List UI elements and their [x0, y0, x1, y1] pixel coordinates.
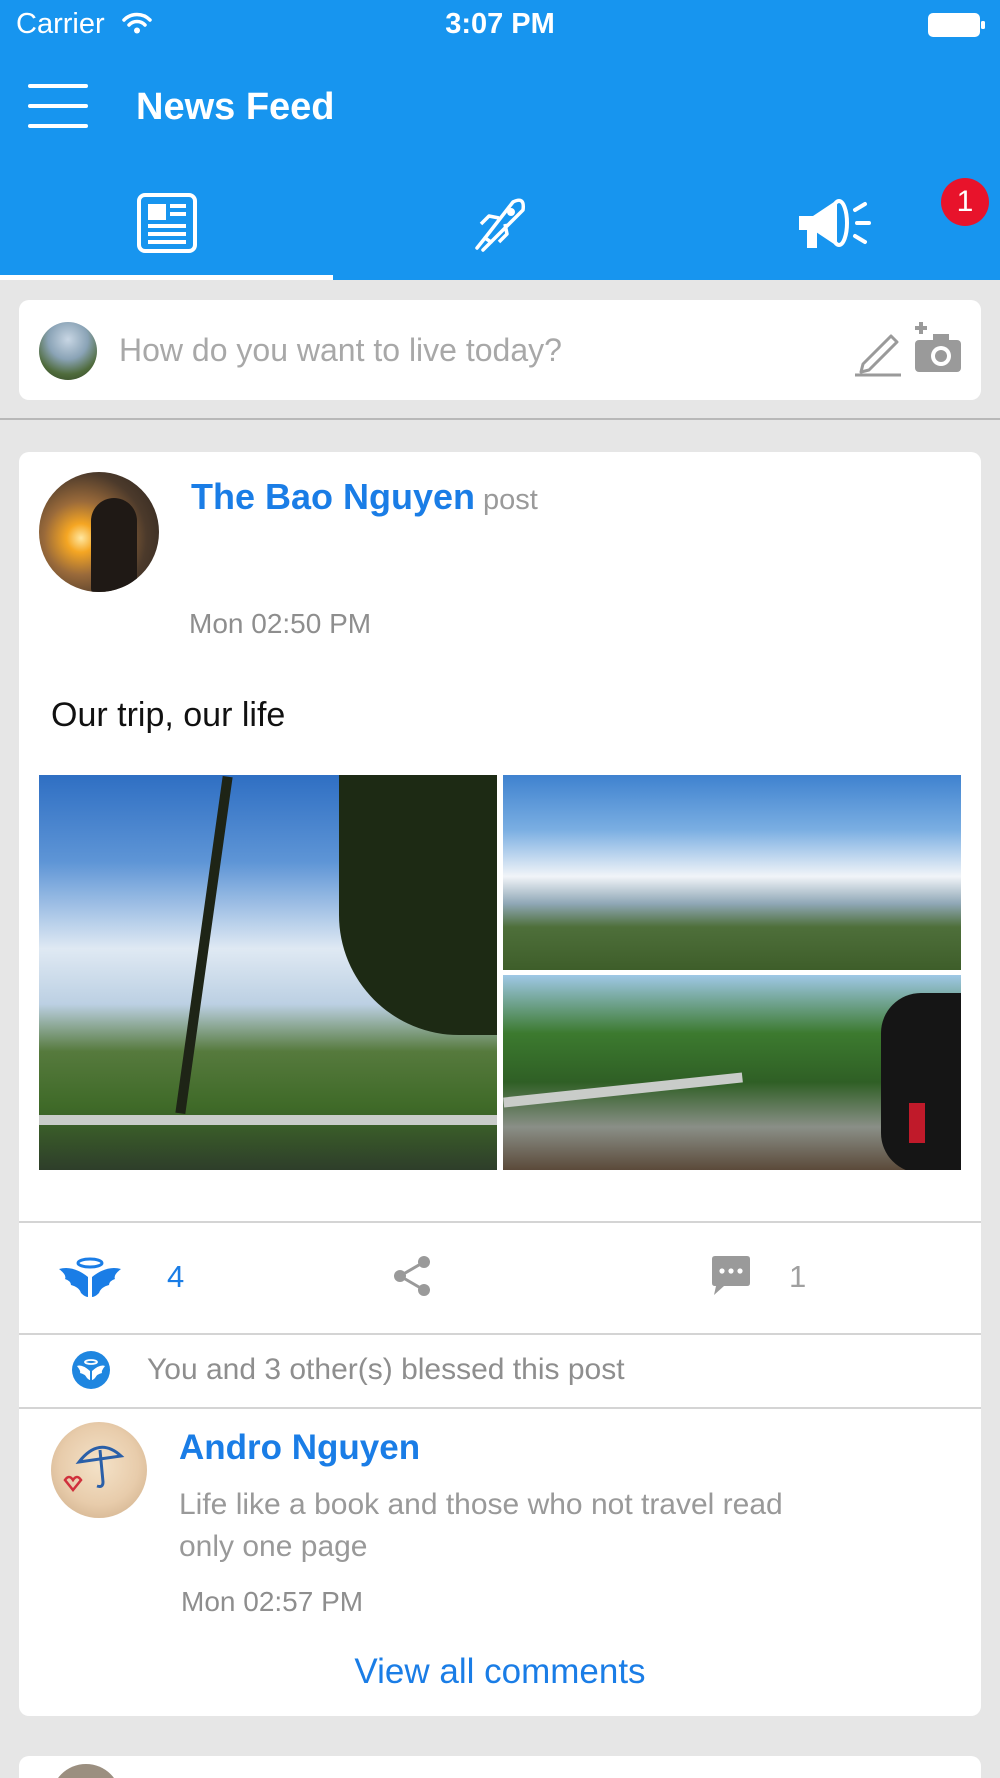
post-author-line: The Bao Nguyen post: [191, 476, 538, 518]
status-bar: Carrier 3:07 PM: [0, 0, 1000, 50]
post-timestamp: Mon 02:50 PM: [189, 608, 372, 639]
notification-badge: 1: [941, 178, 989, 226]
divider: [19, 1333, 981, 1335]
comment-count: 1: [789, 1259, 807, 1294]
battery-icon: [928, 12, 986, 43]
composer-placeholder[interactable]: How do you want to live today?: [119, 332, 562, 369]
hamburger-menu-icon[interactable]: [28, 84, 88, 130]
comment-timestamp: Mon 02:57 PM: [181, 1586, 364, 1617]
app-header: Carrier 3:07 PM News Feed 1: [0, 0, 1000, 280]
comment-icon[interactable]: [710, 1255, 752, 1302]
avatar: [39, 322, 97, 380]
blessed-summary-row[interactable]: You and 3 other(s) blessed this post: [19, 1337, 981, 1407]
post-card: The Bao Nguyen post Mon 02:50 PM Our trip…: [19, 452, 981, 1716]
post-author-name[interactable]: The Bao Nguyen: [191, 476, 475, 517]
comment-author[interactable]: Andro Nguyen: [179, 1428, 420, 1468]
add-photo-icon[interactable]: [911, 322, 963, 381]
avatar[interactable]: [39, 472, 159, 592]
post-photo[interactable]: [503, 775, 961, 970]
page-title: News Feed: [136, 86, 335, 128]
post-composer[interactable]: How do you want to live today?: [19, 300, 981, 400]
tab-news-feed[interactable]: [0, 170, 333, 280]
comment-text: Life like a book and those who not trave…: [179, 1488, 783, 1563]
post-photo[interactable]: [39, 775, 497, 1170]
divider: [19, 1407, 981, 1409]
avatar[interactable]: [51, 1764, 121, 1778]
rocket-icon: [469, 192, 531, 254]
comment-item: Andro Nguyen Life like a book and those …: [19, 1422, 981, 1622]
tab-bar: 1: [0, 170, 1000, 280]
view-all-comments-link[interactable]: View all comments: [19, 1652, 981, 1692]
post-photo-grid: [39, 775, 961, 1170]
megaphone-icon: [793, 192, 873, 254]
newspaper-icon: [136, 192, 198, 254]
post-actions-bar: 4 1: [19, 1225, 981, 1325]
post-action-label: post: [483, 484, 538, 516]
tab-announcements[interactable]: 1: [666, 170, 999, 280]
active-tab-indicator: [0, 275, 333, 280]
tab-rocket[interactable]: [333, 170, 666, 280]
pencil-icon[interactable]: [851, 324, 905, 383]
clock: 3:07 PM: [445, 8, 555, 40]
share-icon[interactable]: [392, 1255, 432, 1302]
next-post-card: [19, 1756, 981, 1778]
divider: [0, 418, 1000, 420]
avatar[interactable]: [51, 1422, 147, 1518]
angel-wings-bless-icon[interactable]: [57, 1257, 123, 1306]
bless-badge-icon: [72, 1351, 110, 1389]
post-photo[interactable]: [503, 975, 961, 1170]
divider: [19, 1221, 981, 1223]
post-text: Our trip, our life: [51, 696, 286, 734]
bless-count: 4: [167, 1259, 185, 1294]
blessed-summary-text: You and 3 other(s) blessed this post: [147, 1353, 625, 1386]
